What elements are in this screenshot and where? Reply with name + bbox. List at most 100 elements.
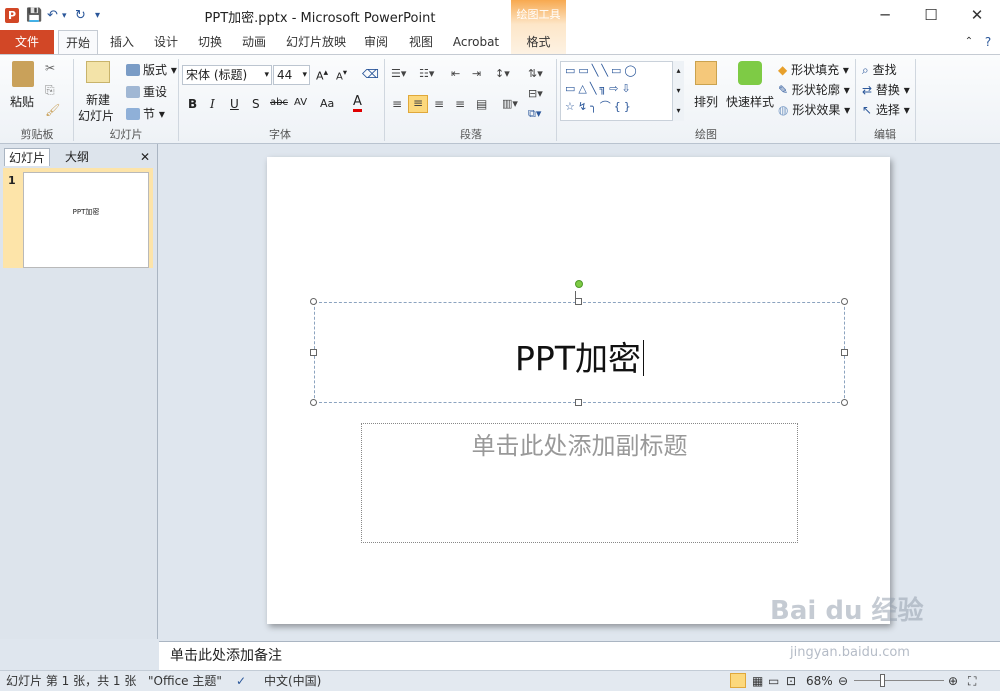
- slideshow-icon[interactable]: ⊡: [786, 671, 796, 691]
- tab-slideshow[interactable]: 幻灯片放映: [282, 30, 350, 54]
- clear-format-icon[interactable]: ⌫: [362, 67, 379, 81]
- tab-design[interactable]: 设计: [148, 30, 184, 54]
- help-icon[interactable]: ?: [980, 30, 996, 54]
- text-shadow-button[interactable]: S: [252, 97, 260, 111]
- columns-icon[interactable]: ▥▾: [502, 97, 518, 110]
- theme-name[interactable]: "Office 主题": [148, 671, 222, 691]
- section-button[interactable]: 节 ▾: [126, 105, 165, 122]
- line-spacing-icon[interactable]: ↕▾: [495, 67, 510, 80]
- strikethrough-button[interactable]: abc: [270, 97, 288, 108]
- shapes-gallery-scroll[interactable]: ▴ ▾ ▾: [672, 61, 684, 121]
- find-label: 查找: [872, 63, 897, 77]
- reset-button[interactable]: 重设: [126, 83, 167, 100]
- find-button[interactable]: ⌕ 查找: [862, 61, 897, 78]
- tab-file[interactable]: 文件: [0, 30, 54, 54]
- context-tab-group-label: 绘图工具: [516, 8, 561, 21]
- arrange-icon[interactable]: [695, 61, 717, 85]
- italic-button[interactable]: I: [210, 97, 215, 111]
- numbering-icon[interactable]: ☷▾: [419, 67, 434, 80]
- grow-font-icon[interactable]: A▴: [316, 67, 328, 83]
- increase-indent-icon[interactable]: ⇥: [472, 67, 481, 80]
- bold-button[interactable]: B: [188, 97, 197, 111]
- tab-home[interactable]: 开始: [58, 30, 98, 54]
- slide-thumbnail[interactable]: PPT加密: [23, 172, 149, 268]
- reading-view-icon[interactable]: ▭: [768, 671, 779, 691]
- chevron-down-icon[interactable]: ▾: [264, 66, 269, 84]
- align-text-icon[interactable]: ⊟▾: [528, 87, 543, 100]
- resize-handle-nw[interactable]: [310, 298, 317, 305]
- close-pane-icon[interactable]: ✕: [138, 148, 152, 166]
- resize-handle-ne[interactable]: [841, 298, 848, 305]
- resize-handle-n[interactable]: [575, 298, 582, 305]
- shapes-gallery[interactable]: ▭▭╲╲▭◯ ▭△╲╗⇨⇩ ☆↯╮⌒{}: [560, 61, 684, 121]
- tab-insert[interactable]: 插入: [104, 30, 140, 54]
- close-button[interactable]: ✕: [954, 0, 1000, 30]
- align-center-icon[interactable]: ≡: [408, 95, 428, 113]
- cut-icon[interactable]: ✂: [45, 61, 55, 75]
- tab-animations[interactable]: 动画: [236, 30, 272, 54]
- normal-view-icon[interactable]: [730, 673, 746, 688]
- bullets-icon[interactable]: ☰▾: [391, 67, 406, 80]
- align-right-icon[interactable]: ≡: [434, 97, 444, 111]
- format-painter-icon[interactable]: 🖌: [45, 103, 60, 117]
- tab-acrobat[interactable]: Acrobat: [447, 30, 505, 54]
- tab-view[interactable]: 视图: [403, 30, 439, 54]
- change-case-button[interactable]: Aa: [320, 97, 334, 110]
- slide-title-text[interactable]: PPT加密: [314, 332, 845, 380]
- text-direction-icon[interactable]: ⇅▾: [528, 67, 543, 80]
- tab-slides[interactable]: 幻灯片: [4, 148, 50, 166]
- thumbnail-title: PPT加密: [72, 208, 100, 216]
- font-color-button[interactable]: A: [353, 95, 362, 112]
- zoom-out-icon[interactable]: ⊖: [838, 671, 848, 691]
- fit-to-window-icon[interactable]: ⛶: [968, 671, 976, 691]
- smartart-icon[interactable]: ⧉▾: [528, 107, 541, 121]
- new-slide-label-1[interactable]: 新建: [86, 91, 110, 108]
- spell-check-icon[interactable]: ✓: [236, 671, 246, 691]
- arrange-button[interactable]: 排列: [694, 93, 718, 110]
- decrease-indent-icon[interactable]: ⇤: [451, 67, 460, 80]
- align-left-icon[interactable]: ≡: [392, 97, 402, 111]
- font-size-combo[interactable]: 44 ▾: [273, 65, 310, 85]
- maximize-button[interactable]: ☐: [908, 0, 954, 30]
- shape-fill-button[interactable]: ◆ 形状填充 ▾: [778, 61, 849, 78]
- layout-button[interactable]: 版式 ▾: [126, 61, 177, 78]
- shape-outline-button[interactable]: ✎ 形状轮廓 ▾: [778, 81, 850, 98]
- shape-effects-label: 形状效果: [792, 103, 841, 117]
- tab-outline[interactable]: 大纲: [54, 148, 100, 166]
- select-button[interactable]: ↖ 选择 ▾: [862, 101, 910, 118]
- paste-button[interactable]: 粘贴: [10, 93, 34, 110]
- minimize-button[interactable]: ─: [862, 0, 908, 30]
- replace-button[interactable]: ⇄ 替换 ▾: [862, 81, 910, 98]
- justify-icon[interactable]: ≡: [455, 97, 465, 111]
- copy-icon[interactable]: ⎘: [45, 83, 55, 98]
- zoom-level[interactable]: 68%: [806, 671, 833, 691]
- slides-pane: 幻灯片 大纲 ✕ 1 PPT加密: [0, 144, 158, 639]
- zoom-slider-track[interactable]: [854, 680, 944, 681]
- zoom-slider-thumb[interactable]: [880, 674, 885, 687]
- subtitle-placeholder-text[interactable]: 单击此处添加副标题: [361, 426, 798, 461]
- shape-effects-button[interactable]: ◍ 形状效果 ▾: [778, 101, 850, 118]
- section-label: 节: [143, 107, 156, 121]
- quick-styles-button[interactable]: 快速样式: [726, 93, 774, 110]
- tab-review[interactable]: 审阅: [358, 30, 394, 54]
- shrink-font-icon[interactable]: A▾: [336, 67, 347, 82]
- tab-transitions[interactable]: 切换: [192, 30, 228, 54]
- zoom-in-icon[interactable]: ⊕: [948, 671, 958, 691]
- new-slide-icon[interactable]: [86, 61, 110, 83]
- new-slide-label-2[interactable]: 幻灯片: [78, 107, 114, 124]
- distributed-icon[interactable]: ▤: [476, 97, 487, 111]
- resize-handle-s[interactable]: [575, 399, 582, 406]
- collapse-ribbon-icon[interactable]: ⌃: [962, 30, 976, 54]
- language[interactable]: 中文(中国): [264, 671, 321, 691]
- rotate-handle[interactable]: [575, 280, 583, 288]
- resize-handle-sw[interactable]: [310, 399, 317, 406]
- paste-icon[interactable]: [12, 61, 34, 87]
- underline-button[interactable]: U: [230, 97, 239, 111]
- font-name-combo[interactable]: 宋体 (标题) ▾: [182, 65, 272, 85]
- tab-format[interactable]: 格式: [511, 30, 566, 54]
- char-spacing-button[interactable]: AV: [294, 97, 307, 108]
- resize-handle-se[interactable]: [841, 399, 848, 406]
- quick-styles-icon[interactable]: [738, 61, 762, 85]
- chevron-down-icon[interactable]: ▾: [302, 66, 307, 84]
- slide-sorter-icon[interactable]: ▦: [752, 671, 763, 691]
